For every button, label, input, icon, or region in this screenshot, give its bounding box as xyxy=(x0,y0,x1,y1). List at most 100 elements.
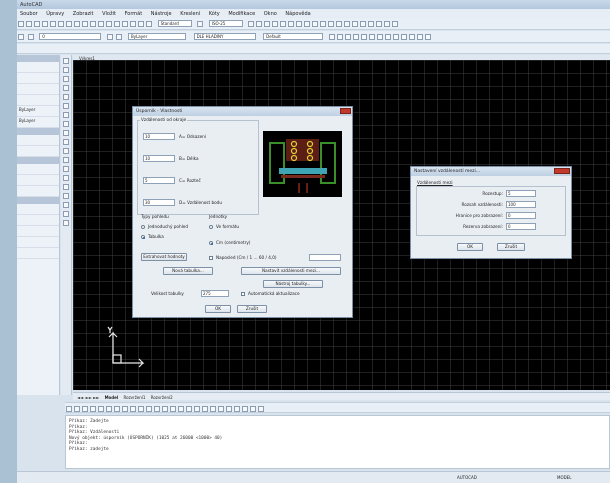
move-icon[interactable] xyxy=(106,406,112,412)
lwt-icon[interactable] xyxy=(312,21,319,27)
view-settings-button[interactable]: Nastavit vzdálenosti mezi... xyxy=(241,267,341,275)
last-value-input[interactable] xyxy=(309,254,341,261)
range-input[interactable]: 100 xyxy=(506,201,536,208)
mtext-tool-icon[interactable] xyxy=(63,220,69,226)
reserve-input[interactable]: 0 xyxy=(506,223,536,230)
table-icon[interactable] xyxy=(376,21,383,27)
lineweight-combo[interactable]: Default xyxy=(263,33,324,40)
menu-format[interactable]: Formát xyxy=(125,11,143,17)
status-app[interactable]: AUTOCAD xyxy=(457,475,477,480)
palette-row[interactable]: ByLayer xyxy=(17,106,59,117)
view-icon[interactable] xyxy=(360,34,367,40)
osnap-icon[interactable] xyxy=(296,21,303,27)
palette-row[interactable] xyxy=(17,204,59,215)
zoom-previous-icon[interactable] xyxy=(130,21,136,27)
dim-aligned-icon[interactable] xyxy=(408,34,415,40)
field-d-input[interactable]: 30 xyxy=(143,199,175,206)
close-icon[interactable] xyxy=(554,168,570,174)
palette-row[interactable] xyxy=(17,135,59,146)
zoom-extents-icon[interactable] xyxy=(344,34,351,40)
preview-icon[interactable] xyxy=(50,21,56,27)
palette-section-header[interactable] xyxy=(17,128,59,135)
menu-modifikace[interactable]: Modifikace xyxy=(228,11,255,17)
arc-icon[interactable] xyxy=(63,103,69,109)
layer-state-icon[interactable] xyxy=(27,34,34,40)
zoom-realtime-icon[interactable] xyxy=(336,34,343,40)
region-icon[interactable] xyxy=(352,21,359,27)
table-style-icon[interactable] xyxy=(256,21,263,27)
redo-icon[interactable] xyxy=(98,21,104,27)
ok-button[interactable]: OK xyxy=(205,305,231,313)
last-checkbox[interactable] xyxy=(209,256,213,260)
menu-okno[interactable]: Okno xyxy=(264,11,277,17)
ellipse-icon[interactable] xyxy=(63,139,69,145)
osnap-node-icon[interactable] xyxy=(218,406,224,412)
new-icon[interactable] xyxy=(18,21,24,27)
extend-icon[interactable] xyxy=(146,406,152,412)
menu-kresleni[interactable]: Kreslení xyxy=(180,11,200,17)
osnap-endpoint-icon[interactable] xyxy=(194,406,200,412)
field-b-input[interactable]: 10 xyxy=(143,155,175,162)
stretch-icon[interactable] xyxy=(130,406,136,412)
osnap-quadrant-icon[interactable] xyxy=(226,406,232,412)
measure-icon[interactable] xyxy=(384,21,391,27)
paste-icon[interactable] xyxy=(74,21,80,27)
explode-icon[interactable] xyxy=(186,406,192,412)
block-icon[interactable] xyxy=(328,21,335,27)
text-icon[interactable] xyxy=(360,21,367,27)
break-icon[interactable] xyxy=(154,406,160,412)
osnap-intersection-icon[interactable] xyxy=(234,406,240,412)
text-style-icon[interactable] xyxy=(197,21,204,27)
osnap-tangent-icon[interactable] xyxy=(250,406,256,412)
cut-icon[interactable] xyxy=(58,21,64,27)
pan-icon[interactable] xyxy=(106,21,112,27)
hatch-icon[interactable] xyxy=(344,21,351,27)
close-icon[interactable] xyxy=(340,108,351,114)
layer-icon[interactable] xyxy=(320,21,327,27)
erase-icon[interactable] xyxy=(66,406,72,412)
xline-icon[interactable] xyxy=(63,67,69,73)
command-prompt[interactable]: Příkaz: zadejte xyxy=(69,447,606,453)
copy-object-icon[interactable] xyxy=(74,406,80,412)
palette-row[interactable] xyxy=(17,237,59,248)
orbit-icon[interactable] xyxy=(376,34,383,40)
fillet-icon[interactable] xyxy=(178,406,184,412)
copy-icon[interactable] xyxy=(66,21,72,27)
scale-icon[interactable] xyxy=(122,406,128,412)
trim-icon[interactable] xyxy=(138,406,144,412)
ortho-icon[interactable] xyxy=(280,21,287,27)
hatch-tool-icon[interactable] xyxy=(63,184,69,190)
area-icon[interactable] xyxy=(392,21,399,27)
insert-icon[interactable] xyxy=(336,21,343,27)
field-a-input[interactable]: 10 xyxy=(143,133,175,140)
dim-style-combo[interactable]: ISO-25 xyxy=(208,20,243,27)
spline-icon[interactable] xyxy=(63,130,69,136)
palette-row[interactable] xyxy=(17,62,59,73)
dim-radius-icon[interactable] xyxy=(416,34,423,40)
gradient-icon[interactable] xyxy=(63,193,69,199)
menu-zobrazit[interactable]: Zobrazit xyxy=(73,11,94,17)
scale-input[interactable]: 275 xyxy=(201,290,229,297)
line-icon[interactable] xyxy=(63,58,69,64)
menu-vlozit[interactable]: Vložit xyxy=(102,11,116,17)
cloud-icon[interactable] xyxy=(63,121,69,127)
ok-button[interactable]: OK xyxy=(457,243,483,251)
point-icon[interactable] xyxy=(63,175,69,181)
palette-row[interactable] xyxy=(17,226,59,237)
cancel-button[interactable]: Zrušit xyxy=(237,305,267,313)
save-icon[interactable] xyxy=(34,21,40,27)
radio-simple-view[interactable] xyxy=(141,225,145,229)
tab-layout2[interactable]: Rozvržení2 xyxy=(151,395,173,400)
render-icon[interactable] xyxy=(392,34,399,40)
layer-previous-icon[interactable] xyxy=(116,34,123,40)
dim-style-icon[interactable] xyxy=(248,21,255,27)
rectangle-icon[interactable] xyxy=(63,94,69,100)
new-table-button[interactable]: Nová tabulka... xyxy=(163,267,213,275)
palette-row[interactable] xyxy=(17,175,59,186)
menu-upravy[interactable]: Úpravy xyxy=(46,11,64,17)
shade-icon[interactable] xyxy=(384,34,391,40)
make-current-icon[interactable] xyxy=(106,34,113,40)
nav-arrows-icon[interactable]: ◄◄ ◄ ► ►► xyxy=(77,395,99,400)
palette-section-header[interactable] xyxy=(17,197,59,204)
offset-icon[interactable] xyxy=(90,406,96,412)
